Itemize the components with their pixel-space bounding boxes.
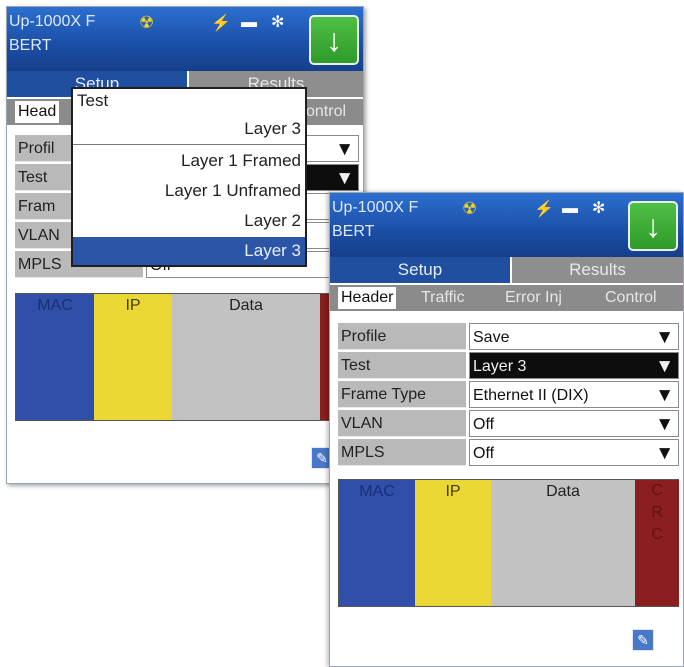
- packet-data: Data: [172, 294, 320, 420]
- dropdown-arrow-icon: ▼: [335, 168, 354, 189]
- row-label: Profile: [338, 323, 466, 350]
- dropdown-option[interactable]: Layer 3: [73, 115, 305, 143]
- app-title: Up-1000X F: [9, 13, 96, 30]
- select-value: Save: [473, 329, 510, 346]
- download-arrow-icon: ↓: [326, 22, 342, 58]
- dropdown-arrow-icon: ▼: [655, 414, 674, 435]
- row-vlan[interactable]: VLAN Off ▼: [338, 410, 679, 438]
- plug-icon: ⚡: [534, 201, 554, 218]
- device-screen-header-setup: Up-1000X F BERT ☢ ⚡ ▬ ✻ ↓ Setup Results …: [329, 192, 684, 667]
- dropdown-option[interactable]: Layer 1 Framed: [73, 147, 305, 175]
- download-arrow-icon: ↓: [645, 208, 661, 244]
- test-dropdown-list: Test Layer 3 Layer 1 Framed Layer 1 Unfr…: [71, 87, 307, 267]
- battery-icon: ▬: [562, 200, 578, 217]
- device-screen-test-dropdown: Up-1000X F BERT ☢ ⚡ ▬ ✻ ↓ Setup Results …: [6, 6, 364, 484]
- select-value: Ethernet II (DIX): [473, 387, 589, 404]
- row-mpls[interactable]: MPLS Off ▼: [338, 439, 679, 467]
- select-value: Off: [473, 445, 495, 462]
- packet-data: Data: [491, 480, 635, 606]
- subtab-control[interactable]: Control: [602, 287, 660, 309]
- dropdown-arrow-icon: ▼: [655, 327, 674, 348]
- dropdown-arrow-icon: ▼: [655, 443, 674, 464]
- test-select[interactable]: Layer 3 ▼: [469, 352, 679, 379]
- row-label: Test: [338, 352, 466, 379]
- divider: [73, 144, 305, 145]
- dropdown-arrow-icon: ▼: [655, 385, 674, 406]
- row-label: Frame Type: [338, 381, 466, 408]
- dropdown-option[interactable]: Layer 1 Unframed: [73, 177, 305, 205]
- app-subtitle: BERT: [9, 37, 52, 54]
- main-tabs: Setup Results: [330, 257, 683, 283]
- download-button[interactable]: ↓: [628, 201, 678, 251]
- battery-icon: ▬: [241, 14, 257, 31]
- plug-icon: ⚡: [211, 15, 231, 32]
- frame-type-select[interactable]: Ethernet II (DIX) ▼: [469, 381, 679, 408]
- packet-mac: MAC: [16, 294, 94, 420]
- subtab-error-inj[interactable]: Error Inj: [502, 287, 565, 309]
- select-value: Layer 3: [473, 358, 527, 375]
- download-button[interactable]: ↓: [309, 15, 359, 65]
- app-title: Up-1000X F: [332, 199, 419, 216]
- packet-diagram: MAC IP Data CRC: [338, 479, 679, 607]
- packet-ip: IP: [415, 480, 491, 606]
- packet-mac: MAC: [339, 480, 415, 606]
- subtab-control[interactable]: ontrol: [303, 101, 349, 123]
- row-profile[interactable]: Profile Save ▼: [338, 323, 679, 351]
- packet-crc: CRC: [635, 480, 679, 606]
- row-test[interactable]: Test Layer 3 ▼: [338, 352, 679, 380]
- dropdown-option-selected[interactable]: Layer 3: [73, 237, 305, 265]
- profile-select[interactable]: Save ▼: [469, 323, 679, 350]
- subtab-header[interactable]: Head: [15, 101, 60, 123]
- subtab-header[interactable]: Header: [338, 287, 397, 309]
- radiation-icon: ☢: [462, 199, 478, 218]
- dropdown-header: Test: [77, 91, 109, 110]
- tool-icon[interactable]: ✎: [632, 629, 654, 651]
- row-frame-type[interactable]: Frame Type Ethernet II (DIX) ▼: [338, 381, 679, 409]
- packet-diagram: MAC IP Data: [15, 293, 360, 421]
- row-label: MPLS: [338, 439, 466, 466]
- settings-icon[interactable]: ✻: [592, 198, 605, 220]
- dropdown-arrow-icon: ▼: [335, 139, 354, 160]
- select-value: Off: [473, 416, 495, 433]
- sub-tabs: Header Traffic Error Inj Control: [330, 285, 683, 311]
- title-bar: Up-1000X F BERT ☢ ⚡ ▬ ✻ ↓: [330, 193, 683, 257]
- vlan-select[interactable]: Off ▼: [469, 410, 679, 437]
- radiation-icon: ☢: [139, 13, 155, 32]
- row-label: VLAN: [338, 410, 466, 437]
- packet-ip: IP: [94, 294, 172, 420]
- settings-icon[interactable]: ✻: [271, 12, 284, 34]
- tab-setup[interactable]: Setup: [330, 257, 510, 283]
- dropdown-arrow-icon: ▼: [655, 356, 674, 377]
- tab-results[interactable]: Results: [512, 257, 683, 283]
- title-bar: Up-1000X F BERT ☢ ⚡ ▬ ✻ ↓: [7, 7, 363, 71]
- app-subtitle: BERT: [332, 223, 375, 240]
- dropdown-option[interactable]: Layer 2: [73, 207, 305, 235]
- subtab-traffic[interactable]: Traffic: [418, 287, 468, 309]
- mpls-select[interactable]: Off ▼: [469, 439, 679, 466]
